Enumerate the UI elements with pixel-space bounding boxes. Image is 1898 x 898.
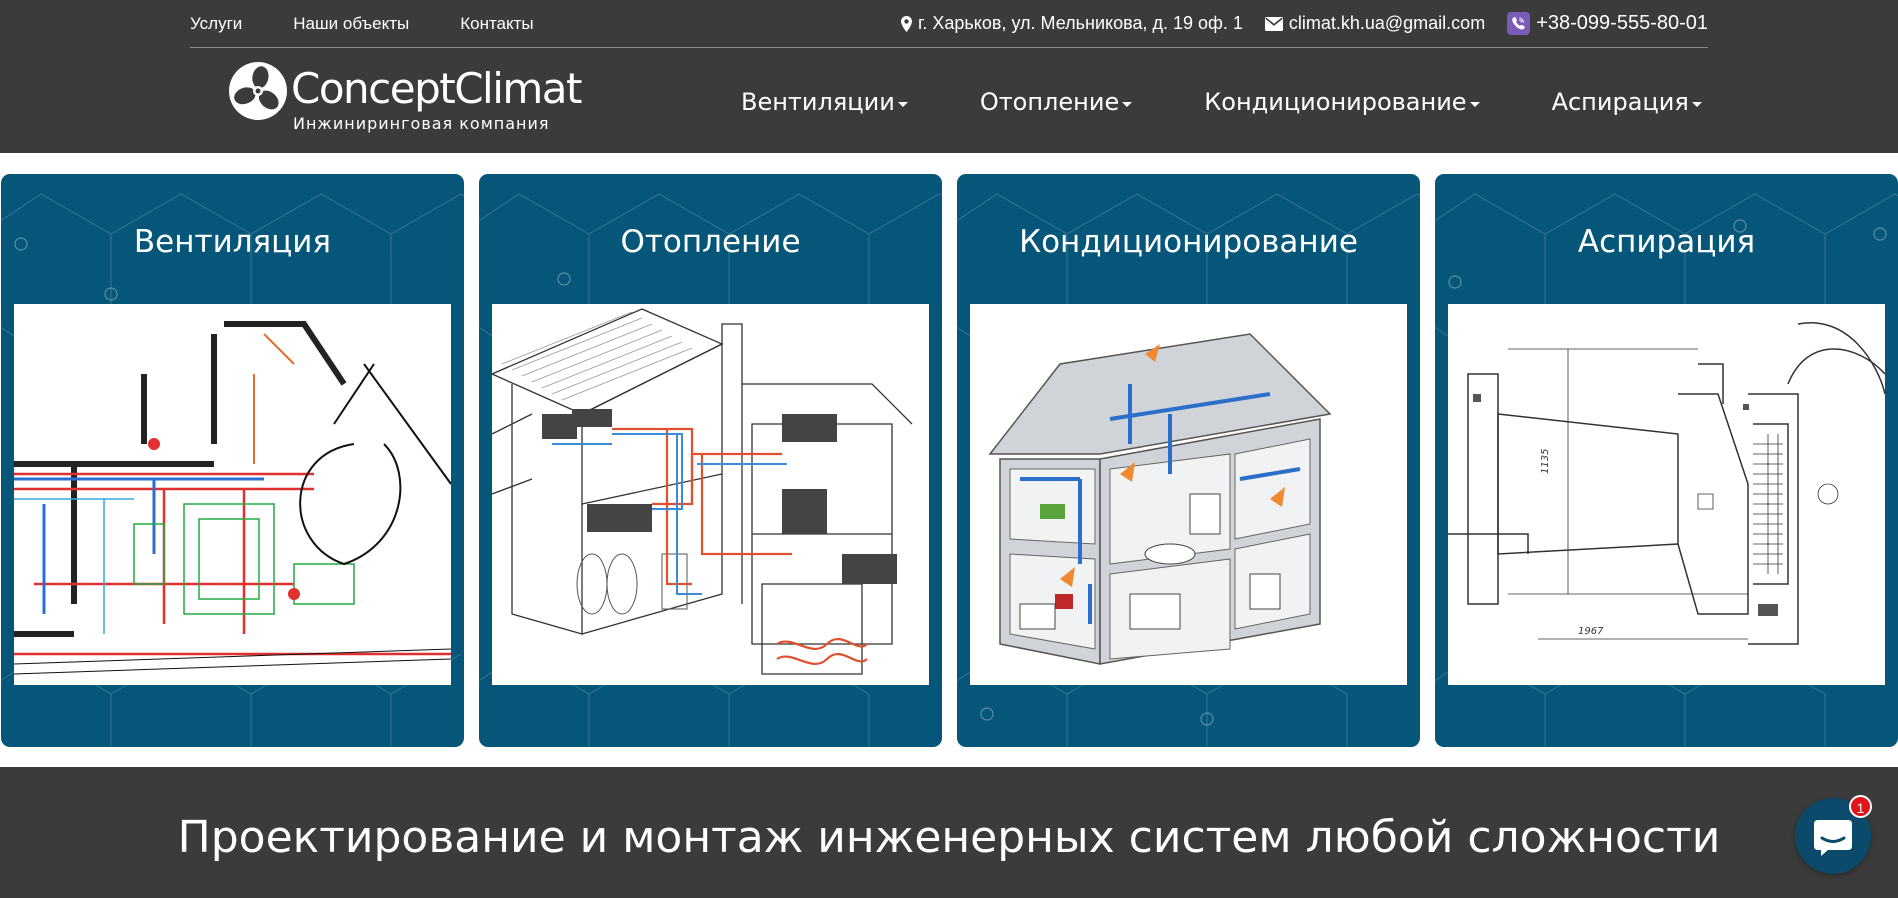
envelope-icon (1264, 16, 1283, 31)
card-heating[interactable]: Отопление (479, 174, 942, 747)
ventilation-plan-image (14, 304, 451, 685)
email[interactable]: climat.kh.ua@gmail.com (1264, 13, 1485, 34)
notification-badge: 1 (1849, 795, 1872, 818)
card-title: Аспирация (1577, 224, 1756, 260)
fan-logo-icon (229, 62, 287, 120)
nav-item-aspiration[interactable]: Аспирация (1552, 88, 1702, 116)
site-header: Услуги Наши объекты Контакты г. Харьков,… (0, 0, 1898, 153)
heating-house-image (492, 304, 929, 685)
caret-down-icon (1122, 101, 1133, 107)
address-text: г. Харьков, ул. Мельникова, д. 19 оф. 1 (918, 13, 1243, 33)
top-link-objects[interactable]: Наши объекты (293, 14, 409, 34)
service-cards: Вентиляция Отопление Кондиционирование А… (0, 174, 1898, 747)
nav-label: Вентиляции (741, 88, 895, 116)
caret-down-icon (1469, 101, 1480, 107)
caret-down-icon (1691, 101, 1702, 107)
svg-text:1967: 1967 (1578, 626, 1604, 637)
top-bar: Услуги Наши объекты Контакты г. Харьков,… (190, 0, 1708, 48)
nav-item-heating[interactable]: Отопление (979, 88, 1133, 116)
top-link-contacts[interactable]: Контакты (460, 14, 533, 34)
top-links: Услуги Наши объекты Контакты (190, 14, 585, 34)
card-aspiration[interactable]: Аспирация 1967 1135 (1435, 174, 1898, 747)
logo[interactable]: ConceptClimat Инжиниринговая компания (227, 60, 582, 136)
phone-text[interactable]: +38-099-555-80-01 (1536, 12, 1708, 35)
logo-subtitle: Инжиниринговая компания (293, 114, 550, 133)
nav-label: Кондиционирование (1204, 88, 1467, 116)
card-title: Кондиционирование (1019, 224, 1358, 260)
map-marker-icon (901, 15, 913, 32)
contact-info: г. Харьков, ул. Мельникова, д. 19 оф. 1 … (879, 12, 1708, 35)
tagline: Проектирование и монтаж инженерных систе… (177, 812, 1721, 863)
card-conditioning[interactable]: Кондиционирование (957, 174, 1420, 747)
nav-label: Аспирация (1551, 88, 1689, 116)
aspiration-drawing-image: 1967 1135 (1448, 304, 1885, 685)
email-text[interactable]: climat.kh.ua@gmail.com (1289, 13, 1485, 34)
conditioning-house-image (970, 304, 1407, 685)
phone[interactable]: +38-099-555-80-01 (1507, 12, 1708, 35)
nav-item-conditioning[interactable]: Кондиционирование (1204, 88, 1480, 116)
card-title: Отопление (620, 224, 801, 260)
tagline-band: Проектирование и монтаж инженерных систе… (0, 767, 1898, 898)
viber-icon (1507, 12, 1531, 35)
card-title: Вентиляция (133, 224, 332, 260)
nav-item-ventilation[interactable]: Вентиляции (741, 88, 908, 116)
nav-label: Отопление (979, 88, 1120, 116)
caret-down-icon (897, 101, 908, 107)
svg-text:1135: 1135 (1540, 449, 1551, 474)
card-ventilation[interactable]: Вентиляция (1, 174, 464, 747)
main-nav: Вентиляции Отопление Кондиционирование А… (741, 88, 1702, 116)
logo-name: ConceptClimat (291, 64, 582, 113)
top-link-services[interactable]: Услуги (190, 14, 242, 34)
address: г. Харьков, ул. Мельникова, д. 19 оф. 1 (901, 13, 1243, 34)
